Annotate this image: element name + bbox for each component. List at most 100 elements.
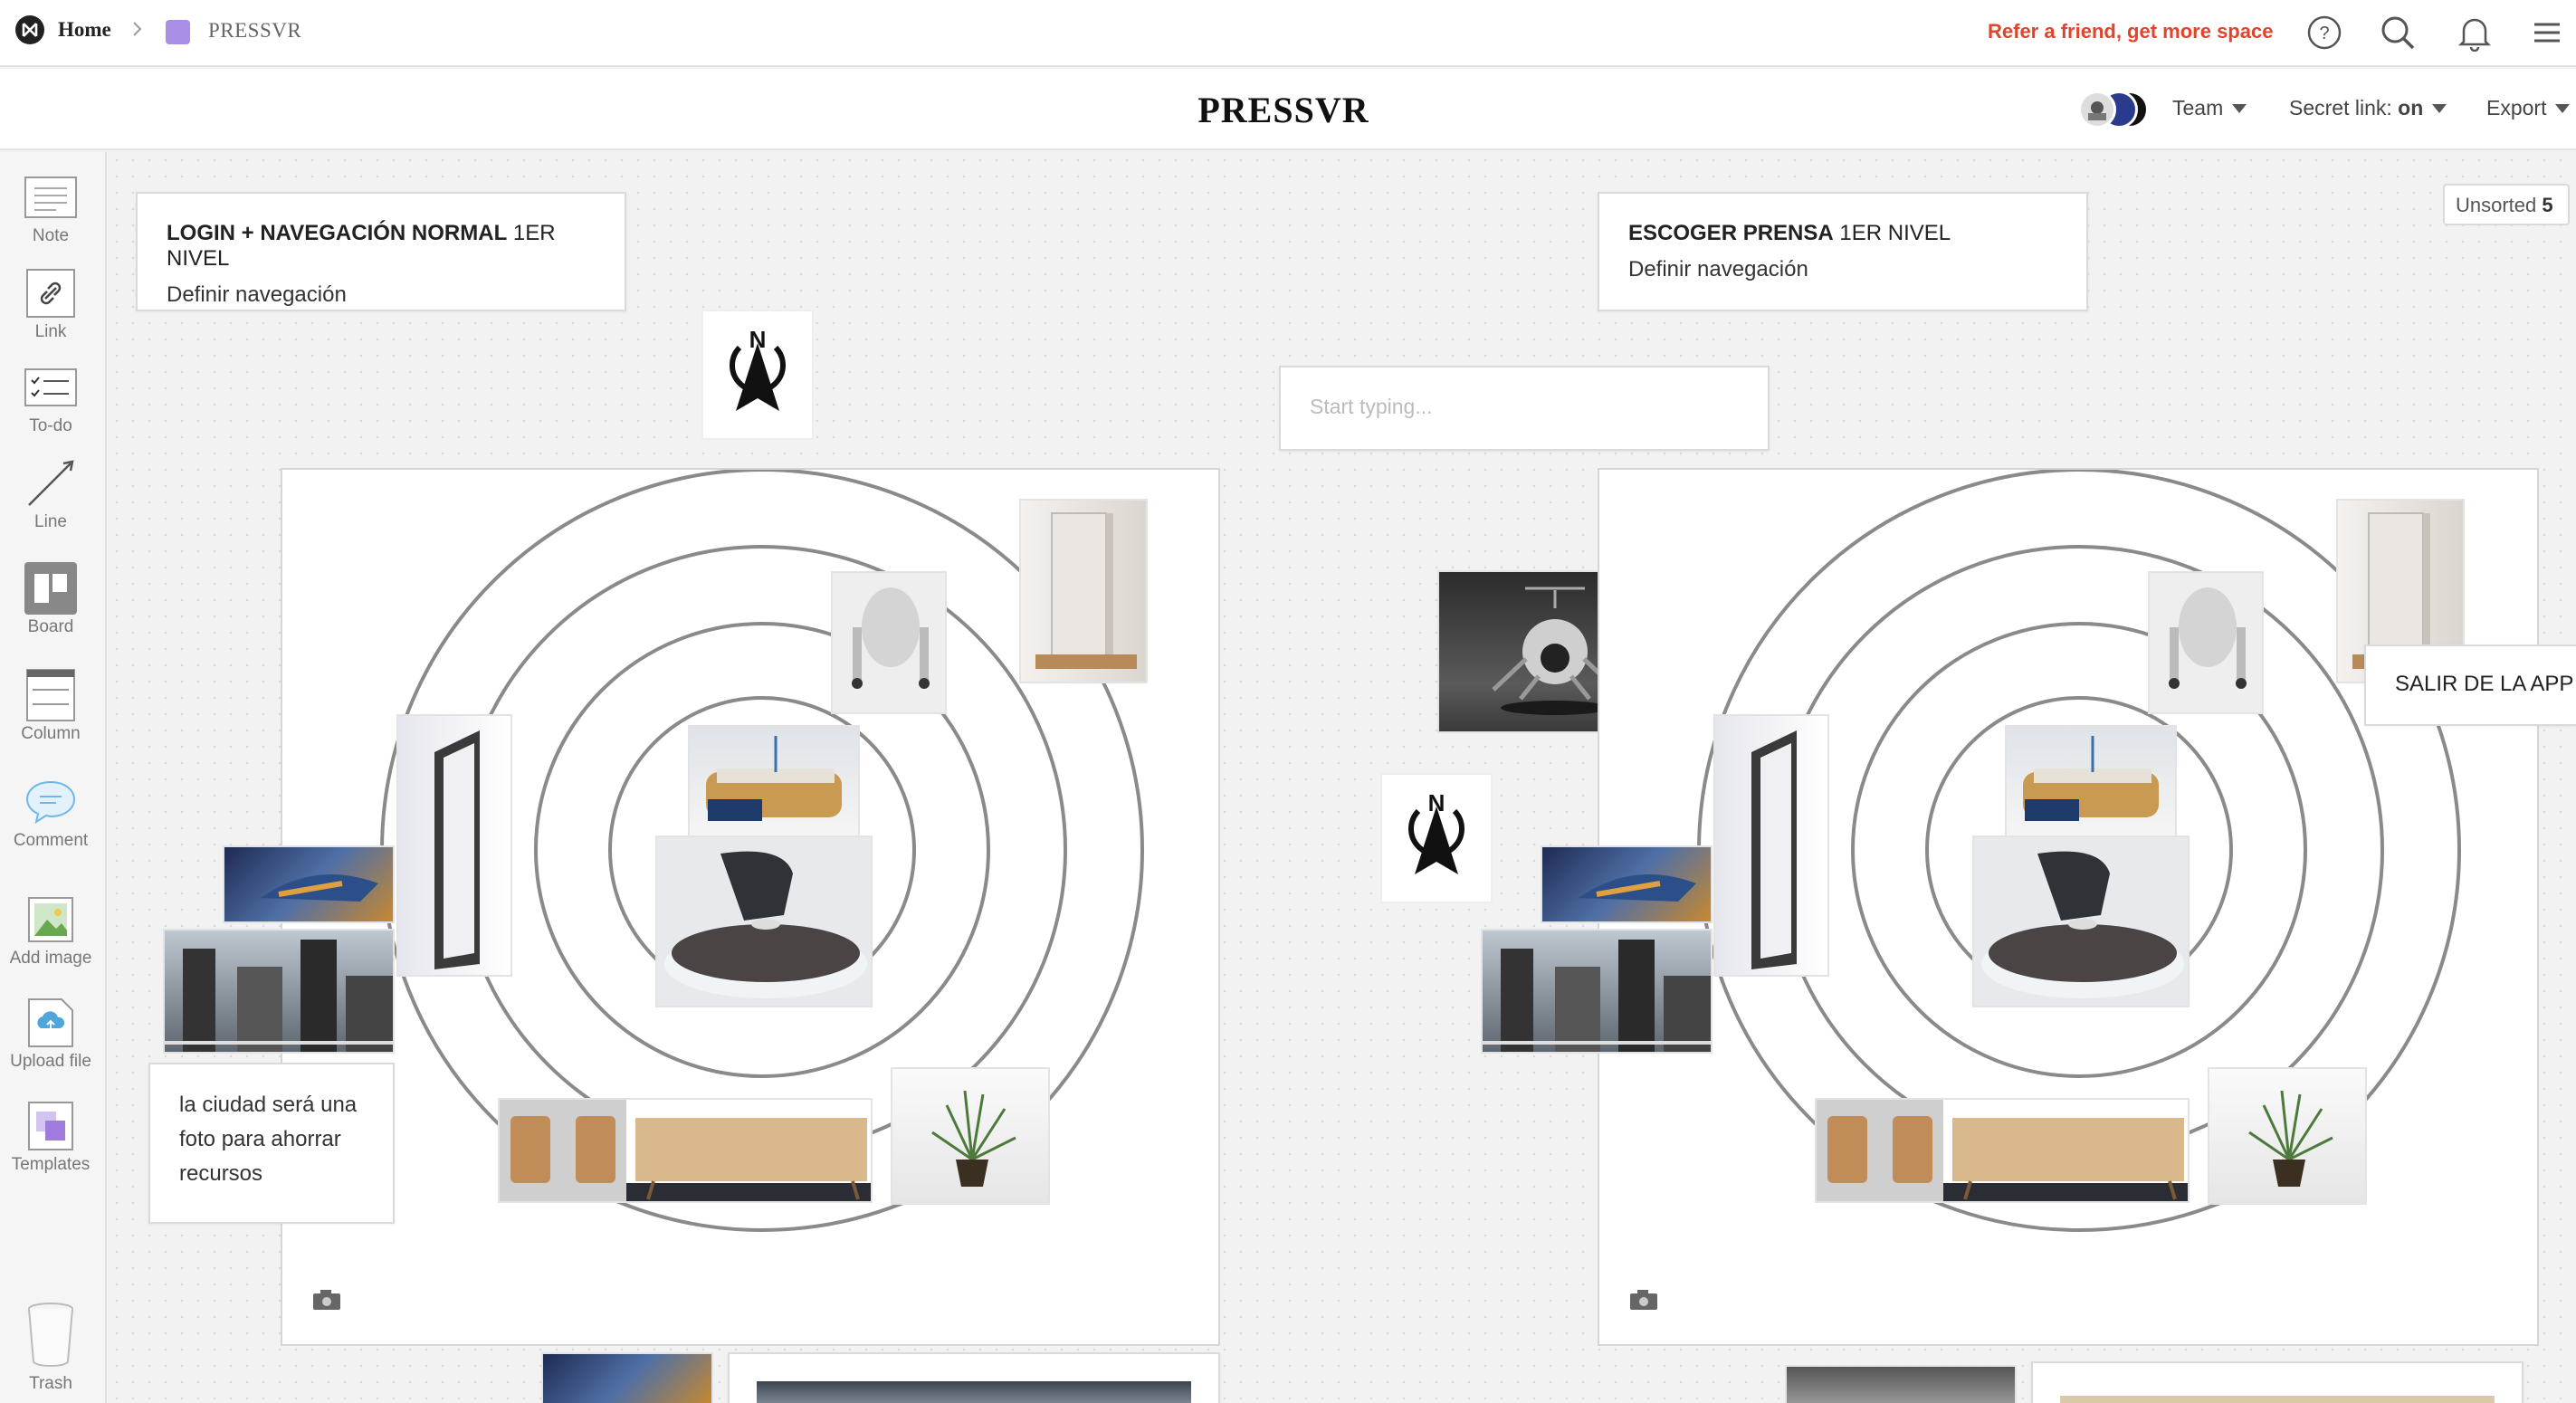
tool-comment[interactable]: Comment	[0, 778, 101, 851]
secret-link-label: Secret link:	[2289, 96, 2392, 119]
tool-label: Line	[34, 512, 67, 531]
tool-label: Add image	[9, 949, 92, 968]
note-card[interactable]: la ciudad será una foto para ahorrar rec…	[148, 1063, 395, 1224]
team-menu[interactable]: Team	[2172, 96, 2247, 120]
target-diagram-board[interactable]	[1598, 468, 2539, 1346]
tool-label: Column	[21, 724, 81, 743]
note-icon	[24, 174, 78, 221]
tool-templates[interactable]: Templates	[0, 1102, 101, 1175]
upload-cloud-icon	[24, 998, 78, 1047]
compass-image[interactable]: N	[701, 310, 814, 440]
chair-platform-image[interactable]	[1972, 835, 2190, 1007]
breadcrumb-board[interactable]: PRESSVR	[208, 19, 301, 43]
board-canvas[interactable]: Unsorted 5 LOGIN + NAVEGACIÓN NORMAL 1ER…	[109, 152, 2576, 1403]
robot-image[interactable]	[831, 571, 947, 714]
note-card[interactable]: LOGIN + NAVEGACIÓN NORMAL 1ER NIVEL Defi…	[136, 192, 626, 311]
tool-label: To-do	[29, 416, 72, 435]
tool-todo[interactable]: To-do	[0, 364, 101, 436]
note-card[interactable]: SALIR DE LA APP	[2364, 644, 2576, 726]
chevron-right-icon	[131, 20, 144, 43]
city-photo-image	[757, 1381, 1191, 1403]
refer-friend-link[interactable]: Refer a friend, get more space	[1988, 20, 2273, 43]
team-label: Team	[2172, 96, 2224, 119]
help-icon[interactable]: ?	[2304, 13, 2344, 52]
export-menu[interactable]: Export	[2486, 96, 2571, 120]
search-icon[interactable]	[2378, 13, 2418, 52]
svg-text:?: ?	[2319, 24, 2329, 43]
tool-link[interactable]: Link	[0, 269, 101, 342]
svg-text:N: N	[749, 326, 767, 353]
secret-link-value: on	[2398, 96, 2424, 119]
trash[interactable]: Trash	[0, 1300, 101, 1394]
camera-icon[interactable]	[1628, 1288, 1659, 1316]
note-title: ESCOGER PRENSA 1ER NIVEL	[1628, 221, 1951, 245]
unsorted-label: Unsorted	[2456, 194, 2537, 216]
glass-panel-image[interactable]	[396, 714, 512, 977]
image-card[interactable]	[2031, 1361, 2524, 1403]
unsorted-button[interactable]: Unsorted 5	[2443, 184, 2570, 225]
tool-label: Board	[27, 617, 74, 636]
drone-image[interactable]	[1785, 1365, 2017, 1403]
secret-link-menu[interactable]: Secret link: on	[2289, 96, 2447, 120]
tool-sidebar: Note Link To-do Line Board Column Commen…	[0, 152, 107, 1403]
pod-bed-image[interactable]	[2005, 725, 2177, 837]
collaborator-avatars[interactable]	[2078, 91, 2160, 129]
svg-text:N: N	[1428, 789, 1445, 816]
note-text: la ciudad será una foto para ahorrar rec…	[179, 1093, 358, 1186]
caret-down-icon	[2232, 103, 2247, 113]
tool-note[interactable]: Note	[0, 174, 101, 246]
tool-board[interactable]: Board	[0, 562, 101, 637]
robot-image[interactable]	[2148, 571, 2264, 714]
breadcrumb-home[interactable]: Home	[58, 18, 111, 42]
note-text: SALIR DE LA APP	[2395, 672, 2574, 696]
tool-label: Templates	[11, 1155, 91, 1174]
tool-column[interactable]: Column	[0, 669, 101, 744]
caret-down-icon	[2555, 103, 2571, 113]
tool-upload-file[interactable]: Upload file	[0, 998, 101, 1072]
chair-platform-image[interactable]	[655, 835, 873, 1007]
column-icon	[24, 669, 78, 721]
city-vehicle-image[interactable]	[541, 1352, 713, 1403]
note-card[interactable]: ESCOGER PRENSA 1ER NIVEL Definir navegac…	[1598, 192, 2088, 311]
image-icon	[24, 896, 78, 943]
board-color-icon	[166, 20, 190, 44]
unsorted-count: 5	[2542, 194, 2553, 216]
link-icon	[24, 269, 78, 318]
note-subtitle: Definir navegación	[167, 282, 347, 307]
tool-label: Link	[34, 322, 67, 341]
menu-icon[interactable]	[2527, 13, 2567, 52]
plant-image[interactable]	[891, 1067, 1050, 1205]
sideboard-image[interactable]	[498, 1098, 873, 1203]
city-vehicle-image[interactable]	[1541, 845, 1713, 923]
plant-image[interactable]	[2208, 1067, 2367, 1205]
comment-icon	[24, 778, 78, 826]
door-image[interactable]	[1019, 499, 1148, 683]
pod-bed-image[interactable]	[688, 725, 860, 837]
city-photo-image[interactable]	[163, 929, 395, 1054]
tool-line[interactable]: Line	[0, 460, 101, 532]
caret-down-icon	[2432, 103, 2447, 113]
sideboard-image[interactable]	[1815, 1098, 2190, 1203]
tool-label: Comment	[13, 831, 89, 850]
trash-icon	[24, 1300, 78, 1369]
city-vehicle-image[interactable]	[223, 845, 395, 923]
sideboard-image	[2060, 1396, 2495, 1403]
bell-icon[interactable]	[2455, 13, 2495, 52]
templates-icon	[24, 1102, 78, 1150]
target-diagram-board[interactable]	[281, 468, 1220, 1346]
export-label: Export	[2486, 96, 2547, 119]
top-bar: Home PRESSVR Refer a friend, get more sp…	[0, 0, 2576, 67]
milanote-logo-icon[interactable]	[15, 15, 44, 44]
note-placeholder: Start typing...	[1310, 395, 1433, 418]
glass-panel-image[interactable]	[1713, 714, 1829, 977]
city-photo-image[interactable]	[1481, 929, 1713, 1054]
tool-label: Trash	[29, 1374, 72, 1393]
compass-image[interactable]: N	[1380, 773, 1493, 903]
tool-label: Upload file	[10, 1052, 91, 1071]
note-subtitle: Definir navegación	[1628, 257, 1808, 282]
tool-add-image[interactable]: Add image	[0, 896, 101, 969]
image-card[interactable]	[728, 1352, 1220, 1403]
empty-note[interactable]: Start typing...	[1279, 366, 1770, 451]
avatar	[2078, 91, 2116, 129]
camera-icon[interactable]	[311, 1288, 342, 1316]
